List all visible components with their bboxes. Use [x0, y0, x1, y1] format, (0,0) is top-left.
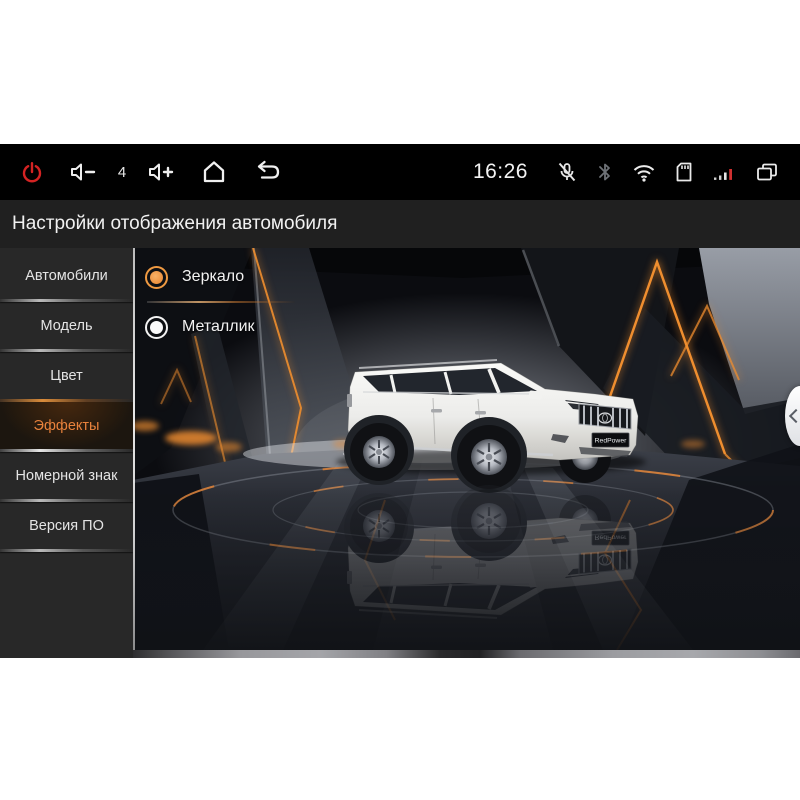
wifi-icon	[631, 161, 657, 183]
license-plate: RedPower	[592, 433, 629, 447]
back-icon[interactable]	[252, 159, 282, 185]
sidebar-item-cars[interactable]: Автомобили	[0, 252, 133, 299]
panel-separator	[133, 248, 135, 650]
volume-down-icon[interactable]	[68, 160, 98, 184]
home-icon[interactable]	[200, 159, 228, 185]
effects-options: Зеркало Металлик	[145, 253, 295, 351]
title-bar: Настройки отображения автомобиля	[0, 200, 800, 248]
chevron-left-icon	[789, 409, 800, 423]
signal-icon	[711, 161, 737, 183]
sidebar-divider	[0, 549, 133, 552]
status-bar: 4 16:26	[0, 144, 800, 200]
sidebar-item-model[interactable]: Модель	[0, 302, 133, 349]
option-label: Металлик	[182, 318, 255, 336]
screenshot-page: 4 16:26	[0, 0, 800, 800]
page-title: Настройки отображения автомобиля	[12, 213, 337, 235]
option-mirror[interactable]: Зеркало	[145, 253, 295, 301]
svg-text:RedPower: RedPower	[595, 438, 627, 445]
sidebar-item-software-version[interactable]: Версия ПО	[0, 502, 133, 549]
sidebar-item-color[interactable]: Цвет	[0, 352, 133, 399]
option-label: Зеркало	[182, 268, 244, 286]
sidebar-item-effects[interactable]: Эффекты	[0, 402, 133, 449]
head-unit-screen: 4 16:26	[0, 144, 800, 658]
bottom-metal-strip	[133, 650, 800, 658]
volume-level: 4	[116, 164, 128, 181]
option-metallic[interactable]: Металлик	[145, 303, 295, 351]
power-icon[interactable]	[20, 160, 44, 184]
status-bar-right: 16:26	[473, 160, 780, 184]
sd-card-icon	[674, 160, 694, 184]
radio-selected-icon[interactable]	[145, 266, 168, 289]
clock: 16:26	[473, 160, 528, 184]
front-wheel	[457, 425, 521, 489]
sidebar-item-license-plate[interactable]: Номерной знак	[0, 452, 133, 499]
screen-mirror-icon	[754, 161, 780, 183]
bluetooth-icon	[596, 160, 614, 184]
status-bar-left: 4	[20, 159, 282, 185]
sidebar: Автомобили Модель Цвет Эффекты Номерной …	[0, 248, 133, 658]
car-preview-panel: RedPower Зеркало	[133, 248, 800, 658]
radio-unselected-icon[interactable]	[145, 316, 168, 339]
volume-up-icon[interactable]	[146, 160, 176, 184]
mic-muted-icon	[555, 160, 579, 184]
rear-wheel	[350, 423, 408, 481]
